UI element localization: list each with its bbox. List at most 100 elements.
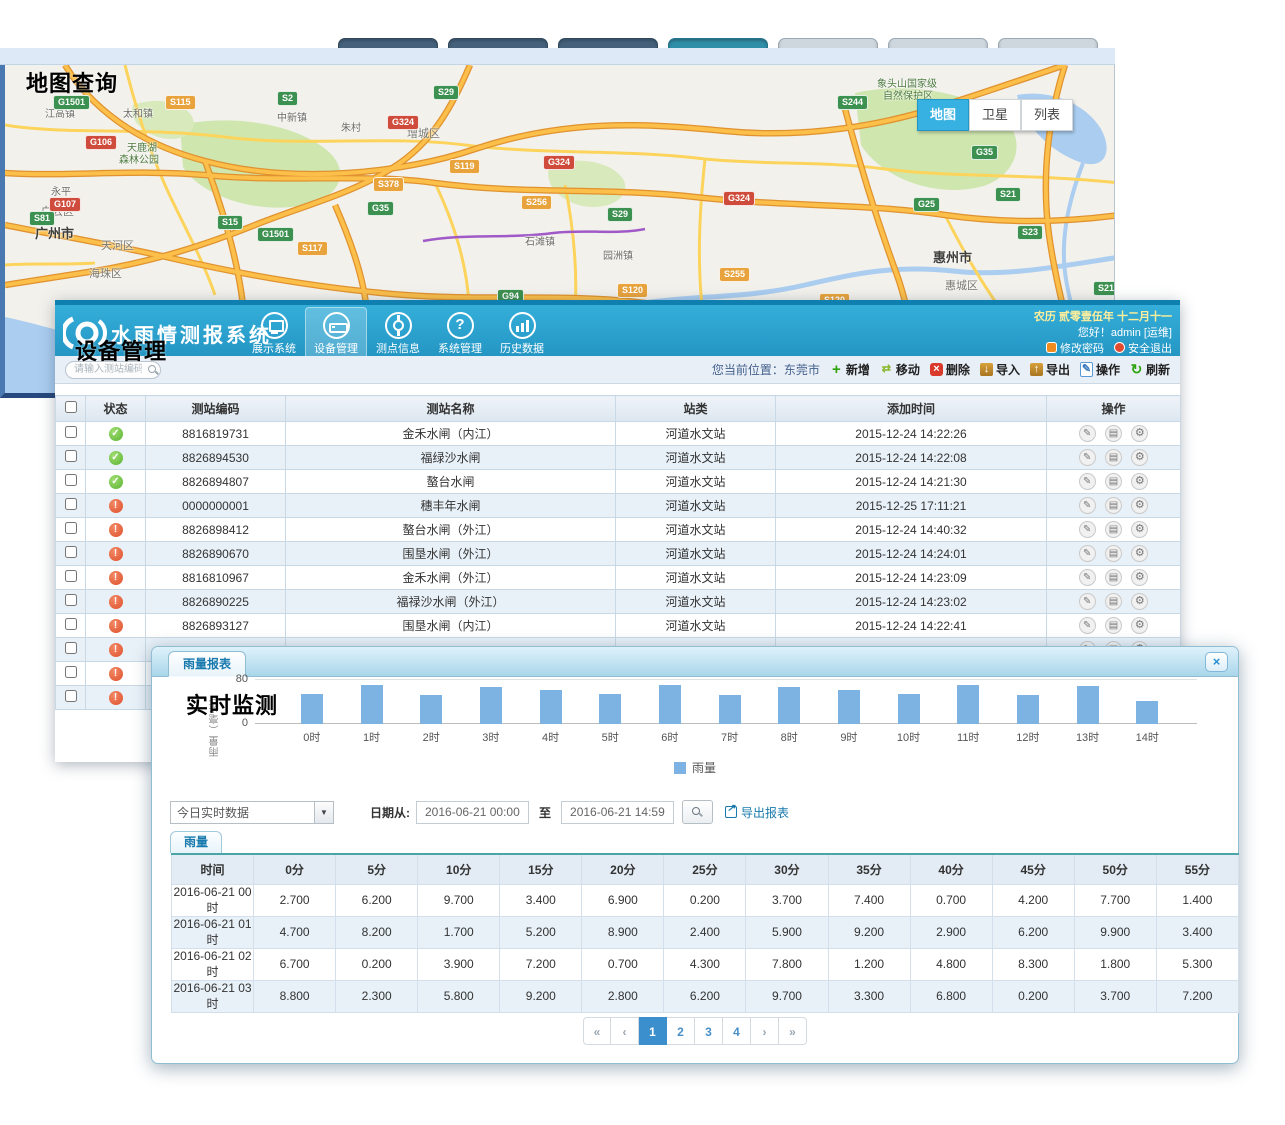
settings-icon[interactable] — [1131, 569, 1148, 586]
map-type-list[interactable]: 列表 — [1021, 99, 1073, 131]
row-checkbox[interactable] — [65, 546, 77, 558]
chart-bar — [778, 687, 800, 724]
x-axis-label: 3时 — [461, 729, 521, 745]
page-button[interactable]: 4 — [723, 1017, 751, 1045]
settings-icon[interactable] — [1131, 521, 1148, 538]
settings-icon[interactable] — [1131, 425, 1148, 442]
rain-row: 2016-06-21 01时 4.7008.2001.7005.2008.900… — [172, 916, 1239, 948]
row-checkbox[interactable] — [65, 618, 77, 630]
edit-icon[interactable] — [1079, 425, 1096, 442]
settings-icon[interactable] — [1131, 449, 1148, 466]
page-button[interactable]: » — [779, 1017, 807, 1045]
select-all-checkbox[interactable] — [65, 401, 77, 413]
archive-icon[interactable] — [1105, 473, 1122, 490]
row-checkbox[interactable] — [65, 450, 77, 462]
edit-icon[interactable] — [1079, 545, 1096, 562]
edit-icon[interactable] — [1079, 617, 1096, 634]
archive-icon[interactable] — [1105, 593, 1122, 610]
nav-item-system[interactable]: 系统管理 — [429, 307, 491, 359]
map-type-map[interactable]: 地图 — [917, 99, 969, 131]
settings-icon[interactable] — [1131, 593, 1148, 610]
rain-value: 5.300 — [1156, 948, 1238, 980]
archive-icon[interactable] — [1105, 521, 1122, 538]
page-button[interactable]: › — [751, 1017, 779, 1045]
rainfall-report-popup: 雨量报表 × 雨量（毫米） 80 0 0时1时2时3时4时5时6时7时8时9时1… — [151, 646, 1239, 1064]
nav-item-points[interactable]: 测点信息 — [367, 307, 429, 359]
x-axis-label: 6时 — [640, 729, 700, 745]
added-time: 2015-12-25 17:11:21 — [776, 494, 1047, 518]
station-type: 河道水文站 — [616, 566, 776, 590]
change-password-link[interactable]: 修改密码 — [1046, 341, 1104, 357]
row-checkbox[interactable] — [65, 498, 77, 510]
road-shield: S119 — [449, 159, 480, 174]
edit-icon[interactable] — [1079, 497, 1096, 514]
close-icon[interactable]: × — [1205, 652, 1228, 672]
archive-icon[interactable] — [1105, 617, 1122, 634]
archive-icon[interactable] — [1105, 545, 1122, 562]
settings-icon[interactable] — [1131, 617, 1148, 634]
date-from-input[interactable] — [416, 801, 529, 824]
row-checkbox[interactable] — [65, 522, 77, 534]
date-to-input[interactable] — [561, 801, 674, 824]
export-button[interactable]: ↑ 导出 — [1030, 361, 1070, 378]
device-icon — [323, 312, 350, 339]
row-checkbox[interactable] — [65, 474, 77, 486]
key-icon — [1046, 342, 1057, 353]
edit-icon[interactable] — [1079, 569, 1096, 586]
row-checkbox[interactable] — [65, 426, 77, 438]
map-type-satellite[interactable]: 卫星 — [969, 99, 1021, 131]
page-button[interactable]: « — [583, 1017, 611, 1045]
chart-bar — [301, 694, 323, 724]
rain-value: 7.200 — [500, 948, 582, 980]
data-type-select[interactable]: 今日实时数据 ▼ — [170, 801, 334, 824]
rain-value: 9.200 — [828, 916, 910, 948]
station-code: 0000000001 — [146, 494, 286, 518]
rain-column-header: 5分 — [336, 854, 418, 884]
row-checkbox[interactable] — [65, 594, 77, 606]
logout-link[interactable]: 安全退出 — [1114, 341, 1172, 357]
x-axis-label: 9时 — [819, 729, 879, 745]
row-checkbox[interactable] — [65, 642, 77, 654]
settings-icon[interactable] — [1131, 473, 1148, 490]
archive-icon[interactable] — [1105, 425, 1122, 442]
move-button[interactable]: ⇄ 移动 — [880, 361, 920, 378]
archive-icon[interactable] — [1105, 449, 1122, 466]
page-button[interactable]: 1 — [639, 1017, 667, 1045]
page-button[interactable]: ‹ — [611, 1017, 639, 1045]
settings-icon[interactable] — [1131, 545, 1148, 562]
rain-value: 9.700 — [418, 884, 500, 916]
edit-icon[interactable] — [1079, 593, 1096, 610]
edit-icon[interactable] — [1079, 521, 1096, 538]
nav-item-history[interactable]: 历史数据 — [491, 307, 553, 359]
query-button[interactable] — [682, 800, 713, 824]
station-name: 螯台水闸（外江） — [286, 518, 616, 542]
edit-icon[interactable] — [1079, 473, 1096, 490]
settings-icon[interactable] — [1131, 497, 1148, 514]
nav-item-devices[interactable]: 设备管理 — [305, 307, 367, 359]
archive-icon[interactable] — [1105, 569, 1122, 586]
road-shield: G25 — [913, 197, 940, 212]
move-icon: ⇄ — [880, 363, 893, 376]
rain-value: 6.700 — [254, 948, 336, 980]
table-row: 8826890225 福禄沙水闸（外江） 河道水文站 2015-12-24 14… — [56, 590, 1181, 614]
row-checkbox[interactable] — [65, 570, 77, 582]
page-button[interactable]: 2 — [667, 1017, 695, 1045]
operate-button[interactable]: ✎ 操作 — [1080, 361, 1120, 378]
column-header: 站类 — [616, 396, 776, 422]
station-code: 8826894807 — [146, 470, 286, 494]
column-header: 操作 — [1047, 396, 1181, 422]
nav-item-display[interactable]: 展示系统 — [243, 307, 305, 359]
archive-icon[interactable] — [1105, 497, 1122, 514]
rain-value: 4.200 — [992, 884, 1074, 916]
page-button[interactable]: 3 — [695, 1017, 723, 1045]
refresh-button[interactable]: ↻ 刷新 — [1130, 361, 1170, 378]
add-button[interactable]: + 新增 — [830, 361, 870, 378]
road-shield: S23 — [1017, 225, 1043, 240]
edit-icon[interactable] — [1079, 449, 1096, 466]
row-checkbox[interactable] — [65, 690, 77, 702]
export-report-link[interactable]: 导出报表 — [725, 804, 789, 821]
delete-button[interactable]: × 删除 — [930, 361, 970, 378]
import-button[interactable]: ↓ 导入 — [980, 361, 1020, 378]
row-checkbox[interactable] — [65, 666, 77, 678]
tab-rain[interactable]: 雨量 — [170, 831, 222, 853]
